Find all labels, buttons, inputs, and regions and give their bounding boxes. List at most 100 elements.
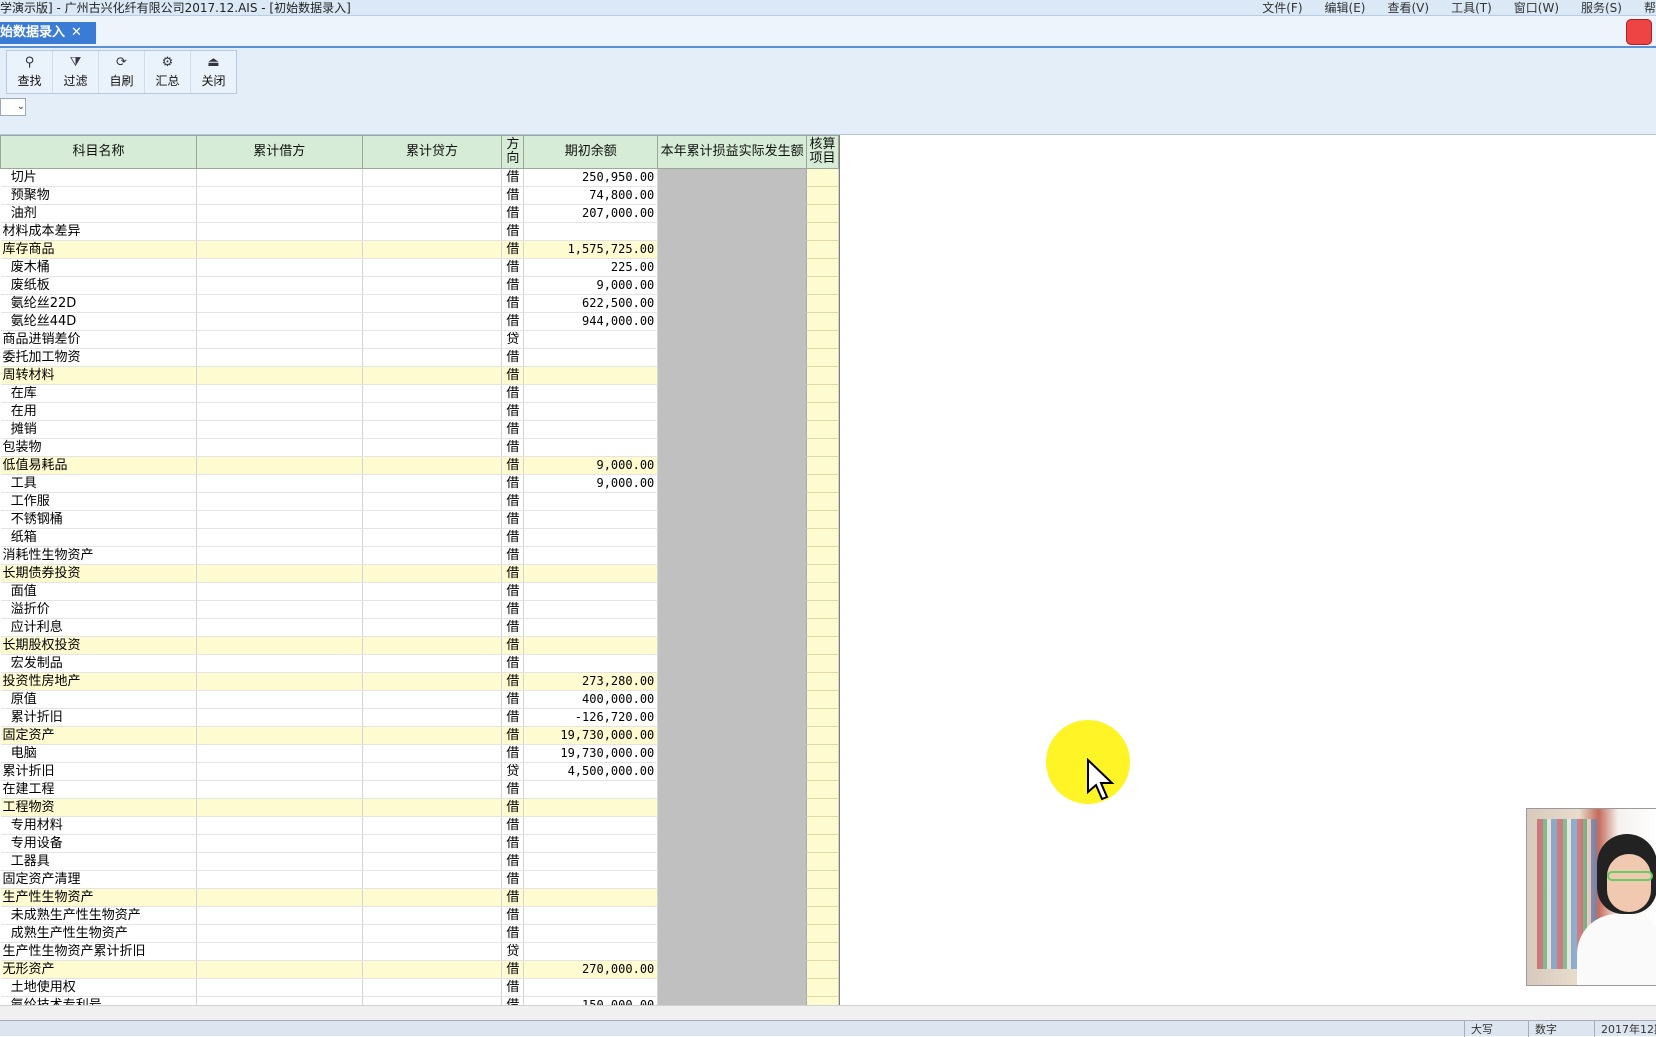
opening-balance-cell[interactable]	[523, 618, 659, 637]
opening-balance-cell[interactable]	[523, 402, 659, 421]
accounting-item-cell[interactable]	[806, 690, 839, 709]
opening-balance-cell[interactable]	[523, 654, 659, 673]
view-dropdown[interactable]: ⌄	[0, 98, 26, 116]
opening-balance-cell[interactable]	[523, 798, 659, 817]
opening-balance-cell[interactable]	[523, 582, 659, 601]
credit-cell[interactable]	[362, 330, 503, 349]
debit-cell[interactable]	[196, 546, 363, 565]
debit-cell[interactable]	[196, 528, 363, 547]
debit-cell[interactable]	[196, 888, 363, 907]
opening-balance-cell[interactable]: 225.00	[523, 258, 659, 277]
accounting-item-cell[interactable]	[806, 348, 839, 367]
toolbar-button-2[interactable]: ⟳ 自刷	[99, 51, 145, 93]
credit-cell[interactable]	[362, 798, 503, 817]
debit-cell[interactable]	[196, 294, 363, 313]
accounting-item-cell[interactable]	[806, 852, 839, 871]
accounting-item-cell[interactable]	[806, 438, 839, 457]
table-row[interactable]: 原值 借 400,000.00	[0, 690, 839, 709]
opening-balance-cell[interactable]: 273,280.00	[523, 672, 659, 691]
table-row[interactable]: 周转材料 借	[0, 366, 839, 385]
column-header[interactable]: 累计借方	[195, 135, 363, 169]
accounting-item-cell[interactable]	[806, 258, 839, 277]
credit-cell[interactable]	[362, 852, 503, 871]
table-row[interactable]: 低值易耗品 借 9,000.00	[0, 456, 839, 475]
credit-cell[interactable]	[362, 402, 503, 421]
table-row[interactable]: 工器具 借	[0, 852, 839, 871]
debit-cell[interactable]	[196, 312, 363, 331]
accounting-item-cell[interactable]	[806, 762, 839, 781]
table-row[interactable]: 长期债券投资 借	[0, 564, 839, 583]
credit-cell[interactable]	[362, 726, 503, 745]
debit-cell[interactable]	[196, 816, 363, 835]
opening-balance-cell[interactable]: 207,000.00	[523, 204, 659, 223]
accounting-item-cell[interactable]	[806, 960, 839, 979]
accounting-item-cell[interactable]	[806, 582, 839, 601]
accounting-item-cell[interactable]	[806, 528, 839, 547]
accounting-item-cell[interactable]	[806, 456, 839, 475]
table-row[interactable]: 商品进销差价 贷	[0, 330, 839, 349]
credit-cell[interactable]	[362, 276, 503, 295]
accounting-item-cell[interactable]	[806, 780, 839, 799]
opening-balance-cell[interactable]: 270,000.00	[523, 960, 659, 979]
credit-cell[interactable]	[362, 762, 503, 781]
debit-cell[interactable]	[196, 996, 363, 1005]
credit-cell[interactable]	[362, 978, 503, 997]
credit-cell[interactable]	[362, 744, 503, 763]
opening-balance-cell[interactable]: 9,000.00	[523, 456, 659, 475]
opening-balance-cell[interactable]: -126,720.00	[523, 708, 659, 727]
menu-item[interactable]: 文件(F)	[1262, 0, 1302, 16]
opening-balance-cell[interactable]	[523, 906, 659, 925]
debit-cell[interactable]	[196, 852, 363, 871]
opening-balance-cell[interactable]	[523, 780, 659, 799]
menu-item[interactable]: 查看(V)	[1387, 0, 1429, 16]
accounting-item-cell[interactable]	[806, 222, 839, 241]
opening-balance-cell[interactable]: 19,730,000.00	[523, 726, 659, 745]
menu-item[interactable]: 编辑(E)	[1325, 0, 1366, 16]
debit-cell[interactable]	[196, 348, 363, 367]
opening-balance-cell[interactable]	[523, 438, 659, 457]
accounting-item-cell[interactable]	[806, 618, 839, 637]
opening-balance-cell[interactable]	[523, 564, 659, 583]
accounting-item-cell[interactable]	[806, 384, 839, 403]
accounting-item-cell[interactable]	[806, 240, 839, 259]
opening-balance-cell[interactable]: 400,000.00	[523, 690, 659, 709]
table-row[interactable]: 投资性房地产 借 273,280.00	[0, 672, 839, 691]
column-header[interactable]: 本年累计损益实际发生额	[657, 135, 807, 169]
credit-cell[interactable]	[362, 906, 503, 925]
accounting-item-cell[interactable]	[806, 420, 839, 439]
credit-cell[interactable]	[362, 312, 503, 331]
accounting-item-cell[interactable]	[806, 996, 839, 1005]
opening-balance-cell[interactable]	[523, 888, 659, 907]
debit-cell[interactable]	[196, 708, 363, 727]
credit-cell[interactable]	[362, 834, 503, 853]
table-row[interactable]: 宏发制品 借	[0, 654, 839, 673]
table-row[interactable]: 废木桶 借 225.00	[0, 258, 839, 277]
menu-item[interactable]: 工具(T)	[1451, 0, 1492, 16]
toolbar-button-0[interactable]: ⚲ 查找	[7, 51, 53, 93]
accounting-item-cell[interactable]	[806, 654, 839, 673]
table-row[interactable]: 土地使用权 借	[0, 978, 839, 997]
credit-cell[interactable]	[362, 690, 503, 709]
opening-balance-cell[interactable]	[523, 546, 659, 565]
table-row[interactable]: 废纸板 借 9,000.00	[0, 276, 839, 295]
credit-cell[interactable]	[362, 942, 503, 961]
table-row[interactable]: 在用 借	[0, 402, 839, 421]
debit-cell[interactable]	[196, 366, 363, 385]
column-header[interactable]: 核算项目	[806, 135, 839, 169]
accounting-item-cell[interactable]	[806, 726, 839, 745]
debit-cell[interactable]	[196, 330, 363, 349]
accounting-item-cell[interactable]	[806, 366, 839, 385]
accounting-item-cell[interactable]	[806, 204, 839, 223]
menu-item[interactable]: 帮	[1644, 0, 1656, 16]
credit-cell[interactable]	[362, 780, 503, 799]
debit-cell[interactable]	[196, 438, 363, 457]
opening-balance-cell[interactable]	[523, 870, 659, 889]
accounting-item-cell[interactable]	[806, 600, 839, 619]
horizontal-scrollbar[interactable]	[0, 1005, 1656, 1020]
accounting-item-cell[interactable]	[806, 798, 839, 817]
debit-cell[interactable]	[196, 960, 363, 979]
credit-cell[interactable]	[362, 384, 503, 403]
table-row[interactable]: 切片 借 250,950.00	[0, 168, 839, 187]
opening-balance-cell[interactable]	[523, 942, 659, 961]
table-row[interactable]: 委托加工物资 借	[0, 348, 839, 367]
